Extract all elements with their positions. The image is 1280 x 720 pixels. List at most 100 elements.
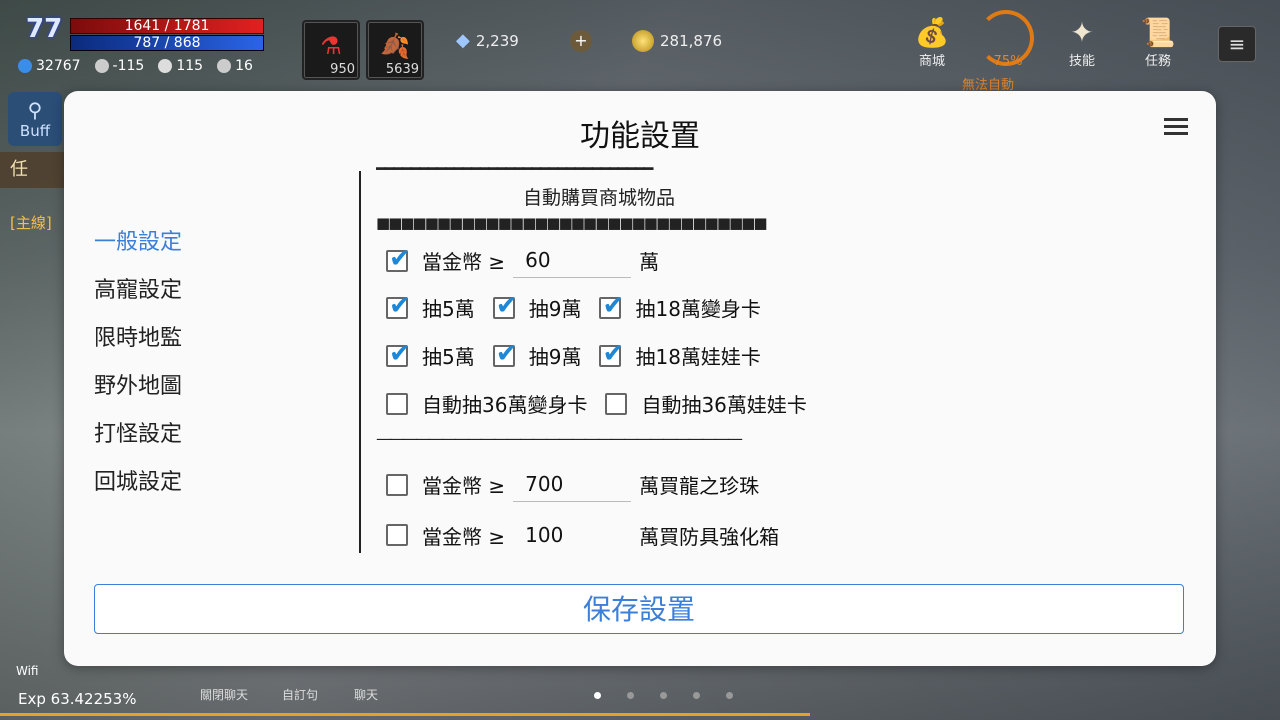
draw-9w-checkbox[interactable] — [492, 291, 518, 321]
hud-menu-icon[interactable]: ≡ — [1218, 26, 1256, 62]
doll-draw-9w-option[interactable]: 抽9萬 — [492, 339, 582, 370]
draw-5w-checkbox[interactable] — [386, 291, 411, 321]
draw-5w-label: 抽5萬 — [422, 297, 475, 321]
stat-pet: 16 — [217, 58, 253, 74]
settings-nav: 一般設定 高寵設定 限時地監 野外地圖 打怪設定 回城設定 — [94, 221, 182, 509]
doll-draw-5w-option[interactable]: 抽5萬 — [386, 339, 475, 370]
settings-content[interactable]: ━━━━━━━━━━━━━━━━━━━━━━━━━━━━━━━━ 自動購買商城物… — [376, 161, 1136, 553]
dialog-menu-icon[interactable] — [1164, 115, 1188, 139]
quest-tab[interactable]: 任 — [0, 152, 64, 188]
gold-threshold-input[interactable] — [513, 243, 632, 278]
doll-draw-5w-label: 抽5萬 — [422, 345, 475, 369]
page-dot — [627, 692, 634, 699]
auto-draw-36w-transform-label: 自動抽36萬變身卡 — [422, 393, 588, 417]
nav-timed-dungeon[interactable]: 限時地監 — [94, 317, 182, 365]
helmet-icon — [94, 59, 109, 73]
auto-percent: 75% — [993, 54, 1023, 69]
nav-return-town[interactable]: 回城設定 — [94, 461, 182, 509]
dragon-pearl-prefix: 當金幣 ≥ — [422, 474, 506, 498]
exp-label: Exp 63.42253% — [18, 690, 137, 708]
draw-5w-option[interactable]: 抽5萬 — [386, 291, 475, 322]
auto-draw-36w-doll-checkbox[interactable] — [605, 392, 628, 415]
main-quest-label[interactable]: [主線] — [10, 212, 52, 233]
potion-slot[interactable]: ⚗ 950 — [302, 20, 360, 80]
buff-button[interactable]: ⚲ Buff — [8, 92, 62, 146]
settings-dialog: 功能設置 一般設定 高寵設定 限時地監 野外地圖 打怪設定 回城設定 ━━━━━… — [64, 91, 1216, 666]
wifi-indicator: Wifi — [16, 664, 39, 678]
draw-18w-transform-checkbox[interactable] — [599, 291, 624, 321]
diamond-amount: 2,239 — [475, 31, 519, 50]
gold-threshold-suffix: 萬 — [639, 250, 660, 274]
nav-pet[interactable]: 高寵設定 — [94, 269, 182, 317]
stat-speed-value: 115 — [176, 58, 204, 74]
potion-count: 950 — [330, 62, 355, 77]
gold-coin-icon — [632, 30, 654, 52]
save-settings-button[interactable]: 保存設置 — [94, 584, 1184, 634]
quest-label: 任務 — [1144, 54, 1171, 69]
armor-box-checkbox[interactable] — [386, 524, 408, 546]
armor-box-suffix: 萬買防具強化箱 — [639, 524, 780, 549]
armor-box-prefix: 當金幣 ≥ — [422, 524, 506, 549]
doll-draw-9w-label: 抽9萬 — [528, 345, 582, 369]
draw-18w-doll-checkbox[interactable] — [599, 339, 624, 369]
doll-draw-9w-checkbox[interactable] — [492, 339, 518, 369]
skill-icon: ✦ — [1070, 16, 1094, 49]
stats-row: 32767 -115 115 16 — [18, 58, 253, 74]
nav-divider — [359, 171, 361, 553]
chat-button[interactable]: 聊天 — [354, 686, 378, 703]
mp-bar: 787 / 868 — [70, 35, 264, 51]
skill-button[interactable]: ✦ 技能 — [1052, 16, 1112, 69]
stat-power-value: 32767 — [36, 58, 81, 74]
close-chat-button[interactable]: 關閉聊天 — [200, 686, 248, 703]
auto-draw-36w-row: 自動抽36萬變身卡 自動抽36萬娃娃卡 — [386, 389, 825, 418]
draw-9w-label: 抽9萬 — [528, 297, 582, 321]
top-hud: 77 1641 / 1781 787 / 868 32767 -115 115 … — [0, 0, 1280, 93]
dragon-pearl-checkbox[interactable] — [386, 473, 408, 496]
quest-button[interactable]: 📜 任務 — [1128, 16, 1188, 69]
draw-9w-option[interactable]: 抽9萬 — [492, 291, 582, 322]
stat-pet-value: 16 — [235, 58, 253, 74]
draw-18w-doll-label: 抽18萬娃娃卡 — [635, 345, 761, 369]
page-dot — [660, 692, 667, 699]
page-dot — [693, 692, 700, 699]
dialog-title: 功能設置 — [580, 119, 700, 154]
nav-combat[interactable]: 打怪設定 — [94, 413, 182, 461]
stat-speed: 115 — [158, 58, 203, 74]
draw-18w-transform-option[interactable]: 抽18萬變身卡 — [599, 291, 761, 322]
money-bag-icon: 💰 — [914, 16, 950, 49]
gold-threshold-row: 當金幣 ≥ 萬 — [386, 243, 659, 278]
draw-18w-doll-option[interactable]: 抽18萬娃娃卡 — [599, 339, 761, 370]
dragon-pearl-input[interactable] — [513, 467, 632, 502]
stat-power: 32767 — [18, 58, 81, 74]
dragon-pearl-suffix: 萬買龍之珍珠 — [639, 474, 760, 498]
pet-icon — [217, 59, 232, 73]
diamond-currency: ◆ 2,239 — [456, 30, 519, 51]
exp-bar — [0, 713, 810, 716]
auto-draw-36w-transform-checkbox[interactable] — [386, 392, 408, 415]
auto-draw-36w-transform-option[interactable]: 自動抽36萬變身卡 — [386, 389, 587, 418]
section-title: 自動購買商城物品 — [523, 187, 676, 209]
stat-defense: -115 — [94, 58, 145, 74]
leaf-count: 5639 — [385, 62, 419, 77]
power-icon — [18, 59, 32, 73]
auto-draw-36w-doll-option[interactable]: 自動抽36萬娃娃卡 — [605, 389, 807, 418]
shop-label: 商城 — [918, 54, 945, 69]
add-currency-button[interactable]: + — [570, 30, 592, 52]
armor-box-input[interactable] — [513, 518, 632, 552]
nav-general[interactable]: 一般設定 — [94, 221, 182, 269]
skill-label: 技能 — [1068, 54, 1095, 69]
stat-defense-value: -115 — [112, 58, 145, 74]
dashed-separator-top: ━━━━━━━━━━━━━━━━━━━━━━━━━━━━━━━━ — [376, 161, 653, 178]
hp-bar: 1641 / 1781 — [70, 18, 264, 34]
page-dot — [594, 692, 601, 699]
leaf-slot[interactable]: 🍂 5639 — [366, 20, 424, 80]
block-separator: ■■■■■■■■■■■■■■■■■■■■■■■■■■■■■■■■ — [376, 214, 768, 232]
nav-field-map[interactable]: 野外地圖 — [94, 365, 182, 413]
doll-draw-5w-checkbox[interactable] — [386, 339, 411, 369]
auto-draw-36w-doll-label: 自動抽36萬娃娃卡 — [641, 393, 807, 417]
gold-threshold-checkbox[interactable] — [386, 244, 411, 274]
shop-button[interactable]: 💰 商城 — [902, 16, 962, 69]
search-icon: ⚲ — [27, 98, 43, 122]
custom-phrase-button[interactable]: 自訂句 — [282, 686, 318, 703]
leaf-icon: 🍂 — [380, 32, 410, 60]
